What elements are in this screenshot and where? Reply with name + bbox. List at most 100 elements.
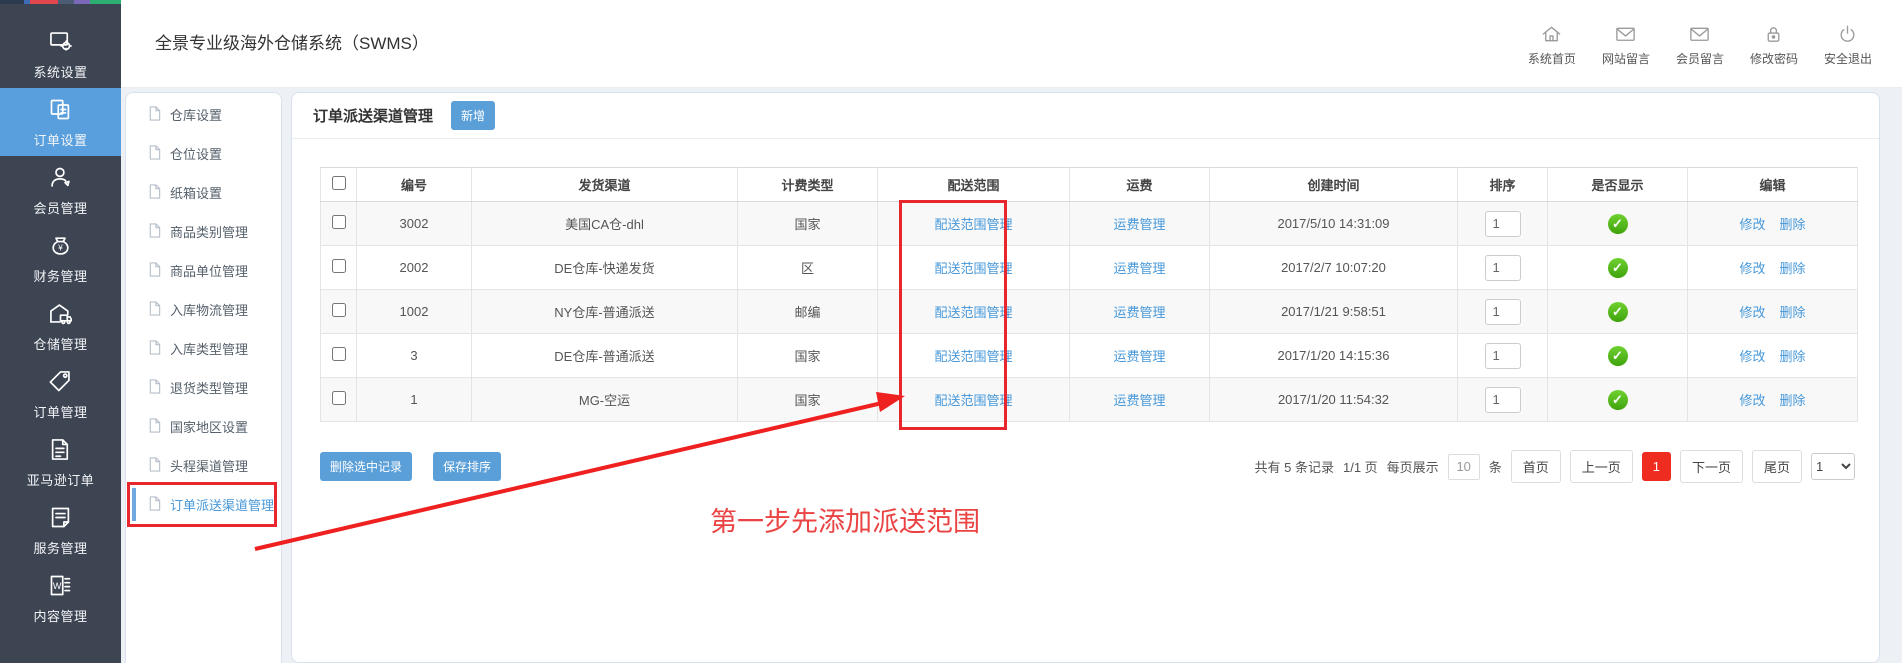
lock-icon [1762, 23, 1785, 46]
sidebar-item-system-settings[interactable]: 系统设置 [0, 20, 121, 88]
submenu-item-label: 商品类别管理 [170, 225, 249, 240]
submenu-item-9[interactable]: 头程渠道管理 [126, 446, 281, 485]
save-sort-button[interactable]: 保存排序 [433, 452, 502, 481]
sort-input[interactable] [1484, 254, 1521, 281]
svg-text:W: W [53, 580, 62, 590]
quick-link-label: 安全退出 [1823, 52, 1872, 66]
quick-link-logout[interactable]: 安全退出 [1824, 23, 1872, 67]
site-mail-icon [1614, 23, 1637, 46]
delete-link[interactable]: 删除 [1780, 346, 1806, 365]
row-checkbox-cell [320, 289, 357, 334]
freight-management-link[interactable]: 运费管理 [1113, 349, 1165, 364]
freight-management-link[interactable]: 运费管理 [1113, 305, 1165, 320]
submenu-item-3[interactable]: 商品类别管理 [126, 212, 281, 251]
sidebar-item-member-management[interactable]: 会员管理 [0, 156, 121, 224]
sidebar-item-amazon-orders[interactable]: 亚马逊订单 [0, 428, 121, 496]
submenu-item-8[interactable]: 国家地区设置 [126, 407, 281, 446]
main-panel: 订单派送渠道管理 新增 编号 发货渠道 计费类型 配送范围 运费 创建时间 排序… [291, 92, 1880, 663]
row-code: 3 [356, 333, 472, 378]
row-checkbox[interactable] [331, 215, 346, 229]
file-icon [148, 378, 161, 397]
delete-link[interactable]: 删除 [1780, 390, 1806, 409]
last-page-button[interactable]: 尾页 [1751, 450, 1802, 483]
submenu-item-7[interactable]: 退货类型管理 [126, 368, 281, 407]
quick-link-label: 网站留言 [1601, 52, 1650, 66]
range-management-link[interactable]: 配送范围管理 [934, 393, 1012, 408]
modify-link[interactable]: 修改 [1739, 302, 1765, 321]
select-all-checkbox[interactable] [331, 176, 346, 190]
submenu-item-10[interactable]: 订单派送渠道管理 [126, 485, 281, 524]
sidebar-item-warehouse-management[interactable]: 仓储管理 [0, 292, 121, 360]
row-checkbox[interactable] [331, 259, 346, 273]
row-channel: DE仓库-普通派送 [471, 333, 738, 378]
sort-input[interactable] [1484, 210, 1521, 237]
modify-link[interactable]: 修改 [1739, 346, 1765, 365]
range-management-link[interactable]: 配送范围管理 [934, 217, 1012, 232]
quick-link-label: 修改密码 [1749, 52, 1798, 66]
current-page-button[interactable]: 1 [1641, 452, 1671, 481]
sort-input[interactable] [1484, 298, 1521, 325]
row-checkbox[interactable] [331, 391, 346, 405]
row-checkbox[interactable] [331, 347, 346, 361]
row-sort-cell [1457, 201, 1548, 246]
row-freight-cell: 运费管理 [1069, 333, 1210, 378]
delete-link[interactable]: 删除 [1780, 214, 1806, 233]
table-row: 3 DE仓库-普通派送 国家 配送范围管理 运费管理 2017/1/20 14:15:36… [320, 333, 1858, 378]
modify-link[interactable]: 修改 [1739, 258, 1765, 277]
quick-link-home[interactable]: 系统首页 [1528, 23, 1576, 67]
next-page-button[interactable]: 下一页 [1679, 450, 1743, 483]
quick-link-member-messages[interactable]: 会员留言 [1676, 23, 1724, 67]
sidebar-item-order-management[interactable]: 订单管理 [0, 360, 121, 428]
row-range-cell: 配送范围管理 [877, 289, 1070, 334]
submenu-item-6[interactable]: 入库类型管理 [126, 329, 281, 368]
freight-management-link[interactable]: 运费管理 [1113, 393, 1165, 408]
row-range-cell: 配送范围管理 [877, 377, 1070, 422]
per-page-input[interactable] [1447, 453, 1480, 480]
range-management-link[interactable]: 配送范围管理 [934, 261, 1012, 276]
modify-link[interactable]: 修改 [1739, 390, 1765, 409]
submenu-item-1[interactable]: 仓位设置 [126, 134, 281, 173]
row-sort-cell [1457, 377, 1548, 422]
sidebar-item-order-settings[interactable]: 订单设置 [0, 88, 121, 156]
member-mail-icon [1688, 23, 1711, 46]
sidebar-item-finance-management[interactable]: ¥ 财务管理 [0, 224, 121, 292]
range-management-link[interactable]: 配送范围管理 [934, 349, 1012, 364]
page-title: 订单派送渠道管理 [313, 108, 434, 125]
freight-management-link[interactable]: 运费管理 [1113, 217, 1165, 232]
row-checkbox[interactable] [331, 303, 346, 317]
submenu-item-label: 退货类型管理 [170, 381, 249, 396]
sidebar-item-service-management[interactable]: 服务管理 [0, 496, 121, 564]
row-fee-type: 区 [737, 245, 878, 290]
quick-link-label: 会员留言 [1675, 52, 1724, 66]
add-button[interactable]: 新增 [451, 101, 496, 130]
first-page-button[interactable]: 首页 [1510, 450, 1561, 483]
quick-link-site-messages[interactable]: 网站留言 [1602, 23, 1650, 67]
row-range-cell: 配送范围管理 [877, 333, 1070, 378]
sort-input[interactable] [1484, 342, 1521, 369]
sort-input[interactable] [1484, 386, 1521, 413]
column-header: 编辑 [1687, 167, 1858, 202]
row-visible-cell: ✓ [1547, 245, 1688, 290]
system-settings-icon [47, 28, 74, 55]
prev-page-button[interactable]: 上一页 [1569, 450, 1633, 483]
delete-link[interactable]: 删除 [1780, 302, 1806, 321]
delete-link[interactable]: 删除 [1780, 258, 1806, 277]
sidebar-item-label: 订单管理 [33, 404, 88, 420]
row-freight-cell: 运费管理 [1069, 377, 1210, 422]
modify-link[interactable]: 修改 [1739, 214, 1765, 233]
range-management-link[interactable]: 配送范围管理 [934, 305, 1012, 320]
per-page-unit: 条 [1488, 460, 1502, 475]
submenu-item-0[interactable]: 仓库设置 [126, 95, 281, 134]
submenu-item-2[interactable]: 纸箱设置 [126, 173, 281, 212]
quick-link-change-password[interactable]: 修改密码 [1750, 23, 1798, 67]
file-icon [148, 339, 161, 358]
freight-management-link[interactable]: 运费管理 [1113, 261, 1165, 276]
delete-selected-button[interactable]: 删除选中记录 [320, 452, 413, 481]
submenu-item-4[interactable]: 商品单位管理 [126, 251, 281, 290]
sidebar-item-content-management[interactable]: W 内容管理 [0, 564, 121, 632]
app-title: 全景专业级海外仓储系统（SWMS） [155, 34, 429, 53]
warehouse-management-icon [47, 300, 74, 327]
submenu-item-label: 仓库设置 [170, 108, 223, 123]
submenu-item-5[interactable]: 入库物流管理 [126, 290, 281, 329]
page-jump-select[interactable]: 1 [1811, 453, 1855, 480]
